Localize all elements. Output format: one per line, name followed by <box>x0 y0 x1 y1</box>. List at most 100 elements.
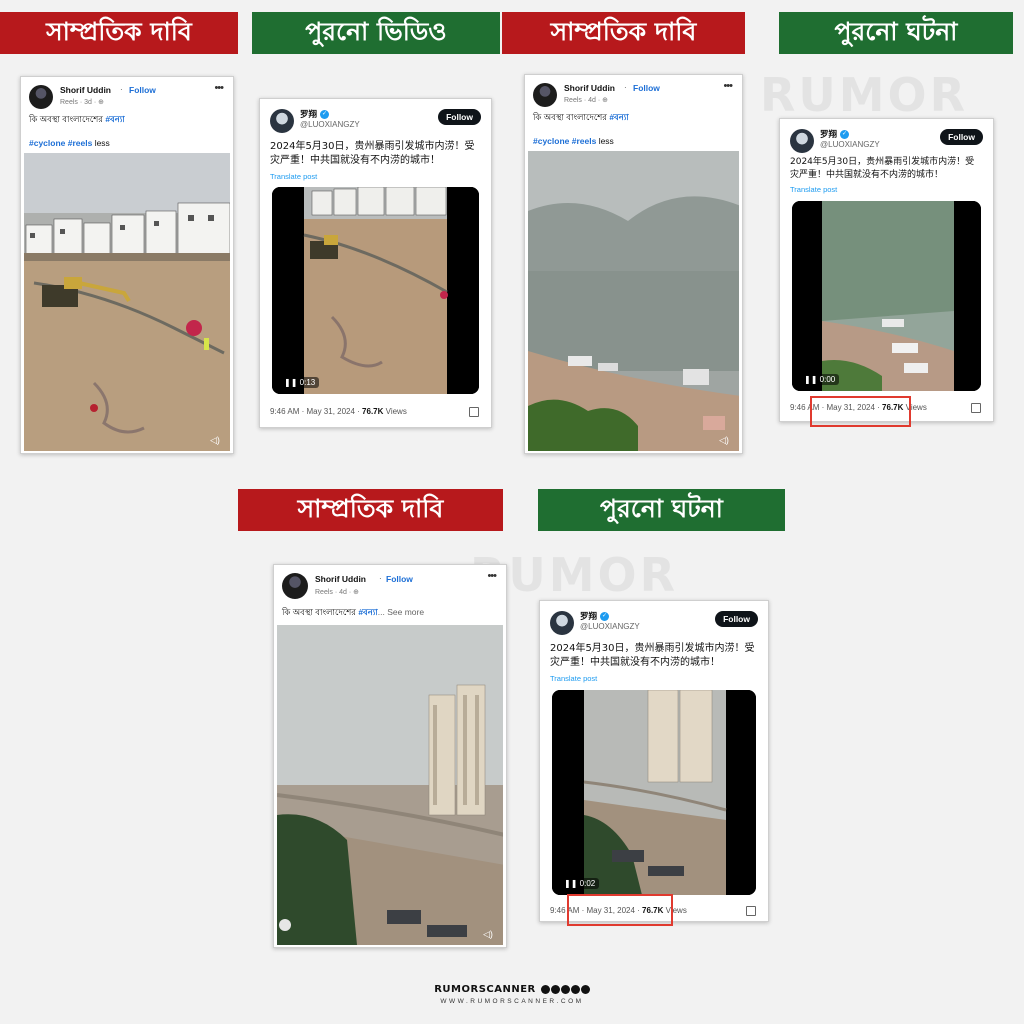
timer-text: 0:02 <box>579 879 596 888</box>
follow-button[interactable]: Follow <box>715 611 758 627</box>
label-text: পুরনো ঘটনা <box>600 493 723 523</box>
post-text: 2024年5月30日，贵州暴雨引发城市内涝！受灾严重！中共国就没有不内涝的城市！ <box>550 643 755 668</box>
label-text: সাম্প্রতিক দাবি <box>550 16 697 46</box>
label-text: সাম্প্রতিক দাবি <box>297 493 444 523</box>
share-icon[interactable] <box>971 403 981 413</box>
verified-icon: ✓ <box>320 110 330 120</box>
hashtag-link[interactable]: #বন্যা <box>105 114 124 124</box>
label-text: পুরনো ভিডিও <box>305 16 447 46</box>
label-recent-claim-3: সাম্প্রতিক দাবি <box>238 489 503 531</box>
label-old-incident-2: পুরনো ঘটনা <box>538 489 785 531</box>
post-header: Shorif Uddin · Follow Reels · 4d · ⊕ ••• <box>282 570 498 601</box>
author-name[interactable]: Shorif Uddin <box>315 574 366 584</box>
verified-icon: ✓ <box>600 612 610 622</box>
follow-button[interactable]: Follow <box>940 129 983 145</box>
author-name-text: 罗翔 <box>300 109 318 119</box>
separator-dot: · <box>379 574 382 583</box>
volume-icon[interactable]: ◁) <box>210 435 222 445</box>
reel-video[interactable]: ◁) <box>24 153 230 451</box>
post-header: Shorif Uddin · Follow Reels · 4d · ⊕ ••• <box>533 80 734 111</box>
reel-video[interactable]: ◁) <box>277 625 503 945</box>
caption-text: কি অবস্থা বাংলাদেশের <box>29 114 106 124</box>
verified-icon: ✓ <box>840 130 850 140</box>
x-post-card: 罗翔 ✓ @LUOXIANGZY Follow 2024年5月30日，贵州暴雨引发… <box>259 98 492 428</box>
post-video[interactable]: ❚❚ 0:13 <box>272 187 479 394</box>
label-old-incident-1: পুরনো ঘটনা <box>779 12 1013 54</box>
follow-button[interactable]: Follow <box>386 574 413 584</box>
avatar[interactable] <box>533 83 557 107</box>
author-name-text: 罗翔 <box>580 611 598 621</box>
flood-street-video-frame <box>272 187 479 394</box>
author-name[interactable]: Shorif Uddin <box>60 85 111 95</box>
label-text: সাম্প্রতিক দাবি <box>46 16 192 46</box>
avatar[interactable] <box>270 109 294 133</box>
hashtag-link[interactable]: #বন্যা <box>358 607 377 617</box>
caption-text: কি অবস্থা বাংলাদেশের <box>533 112 610 122</box>
date-highlight-box <box>810 396 911 427</box>
author-name[interactable]: 罗翔 ✓ <box>820 128 850 140</box>
watermark-text: RUMOR <box>760 68 969 122</box>
watermark-top: RUMOR <box>760 68 968 122</box>
label-recent-claim-2: সাম্প্রতিক দাবি <box>502 12 745 54</box>
views-label: Views <box>383 407 407 416</box>
author-handle[interactable]: @LUOXIANGZY <box>580 622 640 631</box>
less-link[interactable]: less <box>92 138 110 148</box>
hashtag-link[interactable]: #cyclone #reels <box>533 136 596 146</box>
translate-post-link[interactable]: Translate post <box>790 185 837 194</box>
volume-icon[interactable]: ◁) <box>719 435 731 445</box>
date-highlight-box <box>567 894 673 926</box>
author-name[interactable]: 罗翔 ✓ <box>580 610 610 622</box>
less-link[interactable]: less <box>596 136 614 146</box>
timer-text: 0:13 <box>299 378 316 387</box>
more-icon[interactable]: ••• <box>487 570 497 582</box>
avatar[interactable] <box>550 611 574 635</box>
volume-icon[interactable]: ◁) <box>483 929 495 939</box>
post-meta: Reels · 4d · ⊕ <box>564 97 608 104</box>
more-icon[interactable]: ••• <box>723 80 733 92</box>
post-video[interactable]: ❚❚ 0:00 <box>792 201 981 391</box>
post-caption: কি অবস্থা বাংলাদেশের #বন্যা <box>29 113 125 127</box>
more-icon[interactable]: ••• <box>214 82 224 94</box>
follow-button[interactable]: Follow <box>129 85 156 95</box>
post-meta: Reels · 3d · ⊕ <box>60 99 104 106</box>
brand-text: RUMORSCANNER <box>434 984 536 995</box>
post-tags: #cyclone #reels less <box>29 138 110 148</box>
author-handle[interactable]: @LUOXIANGZY <box>820 140 880 149</box>
follow-button[interactable]: Follow <box>633 83 660 93</box>
post-meta: Reels · 4d · ⊕ <box>315 589 359 596</box>
author-handle[interactable]: @LUOXIANGZY <box>300 120 360 129</box>
views-count: 76.7K <box>362 407 384 416</box>
translate-post-link[interactable]: Translate post <box>270 172 317 181</box>
video-timer: ❚❚ 0:13 <box>280 377 320 388</box>
separator-dot: · <box>120 85 123 94</box>
translate-post-link[interactable]: Translate post <box>550 674 597 683</box>
social-icons[interactable] <box>540 984 590 995</box>
author-name[interactable]: 罗翔 ✓ <box>300 108 330 120</box>
avatar[interactable] <box>282 573 308 599</box>
hashtag-link[interactable]: #বন্যা <box>609 112 628 122</box>
facebook-post-card: Shorif Uddin · Follow Reels · 4d · ⊕ •••… <box>273 564 507 948</box>
avatar[interactable] <box>29 85 53 109</box>
footer-url[interactable]: WWW.RUMORSCANNER.COM <box>0 998 1024 1005</box>
timer-text: 0:00 <box>819 375 836 384</box>
footer-brand: RUMORSCANNER <box>0 984 1024 995</box>
share-icon[interactable] <box>469 407 479 417</box>
label-old-video: পুরনো ভিডিও <box>252 12 500 54</box>
follow-button[interactable]: Follow <box>438 109 481 125</box>
hashtag-link[interactable]: #cyclone #reels <box>29 138 92 148</box>
share-icon[interactable] <box>746 906 756 916</box>
flood-hillside-image <box>528 151 739 451</box>
facebook-post-card: Shorif Uddin · Follow Reels · 4d · ⊕ •••… <box>524 74 743 454</box>
separator-dot: · <box>624 83 627 92</box>
author-name-text: 罗翔 <box>820 129 838 139</box>
avatar[interactable] <box>790 129 814 153</box>
video-timer: ❚❚ 0:00 <box>800 374 840 385</box>
author-name[interactable]: Shorif Uddin <box>564 83 615 93</box>
post-text: 2024年5月30日，贵州暴雨引发城市内涝！受灾严重！中共国就没有不内涝的城市！ <box>790 157 975 180</box>
post-video[interactable]: ❚❚ 0:02 <box>552 690 756 895</box>
reel-video[interactable]: ◁) <box>528 151 739 451</box>
caption-text: কি অবস্থা বাংলাদেশের <box>282 607 359 617</box>
flood-river-city-image <box>277 625 503 945</box>
x-post-card: 罗翔 ✓ @LUOXIANGZY Follow 2024年5月30日，贵州暴雨引发… <box>539 600 769 922</box>
see-more-link[interactable]: ... See more <box>378 607 424 617</box>
